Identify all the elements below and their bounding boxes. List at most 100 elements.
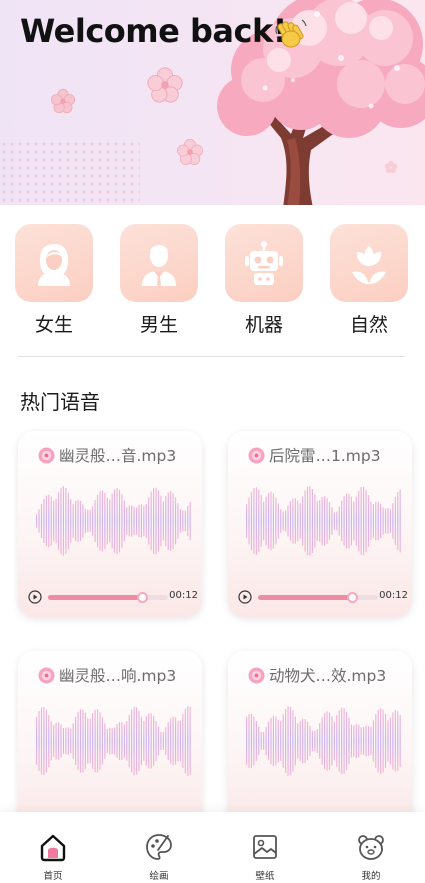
waveform-bar — [326, 498, 328, 544]
waveform-bar — [45, 709, 47, 773]
waveform-bar — [380, 708, 382, 774]
waveform-bar — [370, 501, 372, 541]
waveform-bar — [358, 490, 360, 552]
waveform-bar — [104, 723, 106, 759]
sound-card[interactable]: 后院雷…1.mp3 00:12 — [228, 431, 412, 617]
waveform-bar — [348, 717, 350, 765]
waveform-bar — [282, 714, 284, 768]
tab-wallpaper[interactable]: 壁纸 — [212, 812, 318, 883]
progress-knob[interactable] — [136, 592, 148, 603]
category-tile — [120, 224, 198, 302]
sound-card-title: 幽灵般…响.mp3 — [38, 664, 176, 686]
waveform-bar — [62, 486, 65, 556]
blossom-icon — [147, 67, 183, 103]
waveform-bar — [345, 711, 348, 771]
waveform-bar — [263, 501, 265, 541]
waveform-bar — [294, 716, 296, 766]
waveform-bar — [297, 723, 299, 759]
waveform-bar — [353, 725, 355, 757]
waveform-bar — [79, 709, 82, 773]
waveform-bar — [99, 712, 101, 770]
waveform-bar — [399, 714, 401, 768]
waveform-bar — [311, 730, 314, 752]
waveform-bar — [365, 489, 367, 553]
waveform-bar — [270, 717, 272, 765]
waveform-bar — [45, 495, 47, 547]
tab-painting[interactable]: 绘画 — [106, 812, 212, 883]
waveform-bar — [324, 496, 326, 546]
waveform-bar — [111, 493, 113, 549]
image-icon — [253, 835, 277, 859]
progress-track[interactable] — [48, 592, 168, 603]
category-male[interactable]: 男生 — [120, 224, 198, 337]
waveform-bar — [343, 708, 345, 774]
waveform-bar — [331, 507, 333, 535]
waveform-bar — [157, 726, 160, 756]
waveform-bar — [172, 716, 174, 766]
waveform-bar — [128, 714, 130, 768]
waveform-bar — [155, 487, 157, 555]
waveform-bar — [72, 723, 74, 759]
waveform-bar — [143, 505, 145, 537]
waveform-bar — [165, 495, 167, 547]
waveform-bar — [170, 718, 172, 764]
sound-card[interactable]: 幽灵般…响.mp3 — [18, 651, 202, 837]
waveform-bar — [365, 725, 367, 757]
waveform-bar — [70, 728, 72, 754]
waveform-bar — [336, 715, 338, 767]
waveform-bar — [370, 726, 372, 756]
music-disc-icon — [38, 446, 55, 464]
waveform-bar — [384, 713, 387, 769]
waveform-bar — [123, 724, 125, 758]
waveform-bar — [77, 499, 79, 543]
waveform-bar — [92, 713, 94, 769]
home-icon — [40, 834, 66, 862]
play-icon[interactable] — [28, 590, 42, 604]
waveform-bar — [79, 501, 82, 541]
sound-card[interactable]: 动物犬…效.mp3 — [228, 651, 412, 837]
tab-home[interactable]: 首页 — [0, 812, 106, 883]
category-female[interactable]: 女生 — [15, 224, 93, 337]
waveform-bar — [377, 709, 379, 773]
sound-file-name: 动物犬…效.mp3 — [269, 667, 387, 685]
waveform-bar — [172, 493, 174, 549]
waveform-bar — [306, 721, 309, 761]
waveform-bar — [275, 716, 277, 766]
waveform — [36, 706, 191, 776]
progress-track[interactable] — [258, 592, 378, 603]
category-nature[interactable]: 自然 — [330, 224, 408, 337]
sound-file-name: 后院雷…1.mp3 — [269, 447, 381, 465]
waveform-bar — [397, 711, 399, 771]
play-icon[interactable] — [238, 590, 252, 604]
waveform-bar — [162, 501, 164, 541]
waveform-bar — [133, 706, 135, 776]
waveform-bar — [367, 495, 370, 547]
waveform-bar — [89, 510, 91, 532]
tab-label: 我的 — [361, 871, 381, 882]
duration-label: 00:12 — [379, 590, 408, 601]
category-robot[interactable]: 机器 — [225, 224, 303, 337]
tab-label: 首页 — [43, 871, 63, 882]
waveform-bar — [187, 505, 189, 537]
waveform-bar — [267, 721, 270, 761]
audio-player: 00:12 — [238, 589, 408, 605]
category-row: 女生 男生 机器 自然 — [0, 224, 425, 336]
waveform-bar — [275, 497, 277, 545]
sound-card[interactable]: 幽灵般…音.mp3 00:12 — [18, 431, 202, 617]
category-tile — [15, 224, 93, 302]
waveform-bar — [341, 707, 343, 775]
waveform-bar — [265, 496, 267, 546]
waveform-bar — [392, 503, 394, 539]
waveform-bar — [355, 723, 357, 759]
progress-knob[interactable] — [346, 592, 358, 603]
hero-banner: Welcome back! — [0, 0, 425, 205]
waveform-bar — [36, 717, 38, 765]
waveform-bar — [109, 727, 111, 755]
waveform-bar — [174, 497, 177, 545]
sound-file-name: 幽灵般…音.mp3 — [59, 447, 177, 465]
tab-profile[interactable]: 我的 — [318, 812, 424, 883]
waveform-bar — [248, 497, 250, 545]
welcome-heading: Welcome back! — [20, 12, 287, 50]
duration-label: 00:12 — [169, 590, 198, 601]
waveform-bar — [341, 500, 343, 542]
